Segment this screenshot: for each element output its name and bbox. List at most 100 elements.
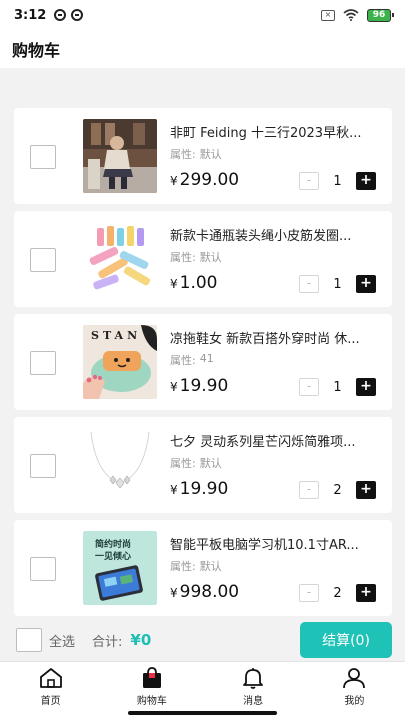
product-image-outfit (83, 119, 157, 193)
currency-symbol: ¥ (170, 380, 178, 394)
attribute-value: 默认 (199, 560, 222, 573)
quantity-stepper: - 1 + (299, 378, 376, 396)
product-image-necklace (83, 428, 157, 502)
attribute-value: 默认 (199, 251, 222, 264)
currency-symbol: ¥ (170, 586, 178, 600)
product-image-hair-ties (83, 222, 157, 296)
product-thumbnail[interactable] (83, 119, 157, 193)
slipper-brand-text: STAN (91, 329, 141, 342)
decrease-button[interactable]: - (299, 172, 319, 190)
attribute-value: 默认 (199, 148, 222, 161)
quantity-stepper: - 2 + (299, 584, 376, 602)
price-value: 998.00 (179, 582, 240, 602)
attribute-label: 属性: (170, 148, 196, 161)
home-icon (39, 668, 62, 688)
attribute-value: 默认 (199, 457, 222, 470)
product-attribute: 属性: 默认 (170, 249, 222, 265)
tablet-slogan-line1: 简约时尚 (95, 538, 131, 550)
tab-label: 购物车 (136, 696, 167, 707)
total-label: 合计: (92, 634, 123, 650)
product-name[interactable]: 非町 Feiding 十三行2023早秋... (170, 122, 375, 141)
status-indicators: × 96 (321, 8, 394, 22)
product-image-slipper: STAN (83, 325, 157, 399)
price-value: 19.90 (179, 376, 229, 396)
quantity-stepper: - 2 + (299, 481, 376, 499)
quantity-value: 1 (333, 379, 342, 395)
quantity-value: 2 (333, 585, 342, 601)
total-value: ¥0 (130, 631, 152, 649)
product-price: ¥19.90 (170, 376, 228, 396)
status-bar: 3:12 × 96 (0, 0, 405, 30)
item-checkbox[interactable] (30, 248, 56, 272)
attribute-label: 属性: (170, 251, 196, 264)
cart-item[interactable]: 简约时尚 一见倾心 智能平板电脑学习机10.1寸AR... 属性: 默认 ¥99… (14, 520, 392, 616)
product-attribute: 属性: 默认 (170, 455, 222, 471)
attribute-label: 属性: (170, 457, 196, 470)
product-attribute: 属性: 默认 (170, 146, 222, 162)
item-checkbox[interactable] (30, 454, 56, 478)
price-value: 299.00 (179, 170, 240, 190)
increase-button[interactable]: + (356, 481, 376, 499)
tab-label: 首页 (40, 696, 61, 707)
decrease-button[interactable]: - (299, 378, 319, 396)
wifi-icon (343, 9, 359, 21)
price-value: 1.00 (179, 273, 218, 293)
cart-item[interactable]: 非町 Feiding 十三行2023早秋... 属性: 默认 ¥299.00 -… (14, 108, 392, 204)
product-name[interactable]: 智能平板电脑学习机10.1寸AR... (170, 534, 375, 553)
increase-button[interactable]: + (356, 172, 376, 190)
decrease-button[interactable]: - (299, 275, 319, 293)
tablet-slogan-line2: 一见倾心 (95, 550, 131, 562)
currency-symbol: ¥ (170, 483, 178, 497)
page-title: 购物车 (12, 41, 61, 60)
increase-button[interactable]: + (356, 378, 376, 396)
item-checkbox[interactable] (30, 351, 56, 375)
product-thumbnail[interactable]: STAN (83, 325, 157, 399)
status-time: 3:12 (14, 7, 47, 23)
cart-item[interactable]: 七夕 灵动系列星芒闪烁简雅项... 属性: 默认 ¥19.90 - 2 + (14, 417, 392, 513)
cart-item[interactable]: 新款卡通瓶装头绳小皮筋发圈... 属性: 默认 ¥1.00 - 1 + (14, 211, 392, 307)
product-name[interactable]: 七夕 灵动系列星芒闪烁简雅项... (170, 431, 375, 450)
increase-button[interactable]: + (356, 275, 376, 293)
quantity-stepper: - 1 + (299, 172, 376, 190)
attribute-value: 41 (199, 352, 214, 365)
item-checkbox[interactable] (30, 145, 56, 169)
notification-icon (54, 9, 67, 21)
product-price: ¥1.00 (170, 273, 218, 293)
product-price: ¥998.00 (170, 582, 239, 602)
tab-home[interactable]: 首页 (0, 662, 101, 720)
cart-item[interactable]: STAN 凉拖鞋女 新款百搭外穿时尚 休... 属性: 41 ¥19.90 - (14, 314, 392, 410)
header: 购物车 (0, 30, 405, 68)
select-all-label[interactable]: 全选 (49, 631, 75, 650)
quantity-value: 1 (333, 276, 342, 292)
quantity-value: 2 (333, 482, 342, 498)
product-thumbnail[interactable] (83, 222, 157, 296)
decrease-button[interactable]: - (299, 481, 319, 499)
select-all-checkbox[interactable] (16, 628, 42, 652)
decrease-button[interactable]: - (299, 584, 319, 602)
user-icon (343, 668, 366, 689)
attribute-label: 属性: (170, 354, 196, 367)
no-sim-icon: × (321, 9, 335, 21)
cart-list: 非町 Feiding 十三行2023早秋... 属性: 默认 ¥299.00 -… (14, 108, 392, 623)
home-indicator (128, 711, 277, 715)
increase-button[interactable]: + (356, 584, 376, 602)
product-name[interactable]: 凉拖鞋女 新款百搭外穿时尚 休... (170, 328, 375, 347)
product-thumbnail[interactable]: 简约时尚 一见倾心 (83, 531, 157, 605)
item-checkbox[interactable] (30, 557, 56, 581)
tab-profile[interactable]: 我的 (304, 662, 405, 720)
product-thumbnail[interactable] (83, 428, 157, 502)
quantity-stepper: - 1 + (299, 275, 376, 293)
currency-symbol: ¥ (170, 174, 178, 188)
bell-icon (243, 668, 264, 689)
product-image-tablet: 简约时尚 一见倾心 (83, 531, 157, 605)
battery-icon: 96 (367, 8, 394, 22)
attribute-label: 属性: (170, 560, 196, 573)
currency-symbol: ¥ (170, 277, 178, 291)
checkout-button[interactable]: 结算(0) (300, 622, 392, 658)
product-name[interactable]: 新款卡通瓶装头绳小皮筋发圈... (170, 225, 375, 244)
cart-bag-icon (142, 667, 161, 688)
quantity-value: 1 (333, 173, 342, 189)
checkout-bar: 全选 合计: ¥0 结算(0) (0, 619, 405, 661)
product-price: ¥299.00 (170, 170, 239, 190)
product-attribute: 属性: 默认 (170, 558, 222, 574)
